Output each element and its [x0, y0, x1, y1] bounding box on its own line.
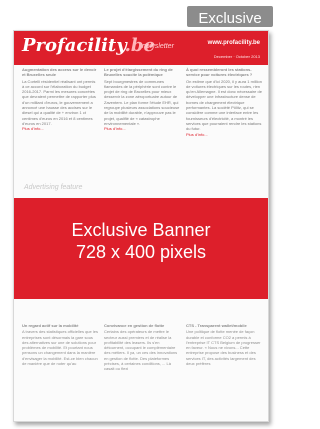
section-title: Advertising feature — [24, 184, 83, 191]
logo-main: Profacility — [22, 35, 125, 56]
logo-suffix: newsletter — [142, 43, 174, 50]
article-column-5: Convivance en gestion de flotte Certains… — [104, 323, 180, 372]
site-url[interactable]: www.profacility.be — [208, 40, 260, 46]
article-title[interactable]: À quoi ressembleront les stations-servic… — [186, 67, 262, 78]
article-body: Certains des opérateurs de mettre le sec… — [104, 329, 178, 372]
banner-title: Exclusive Banner — [71, 220, 211, 240]
article-body: Une politique de flotte menée de façon d… — [186, 329, 261, 367]
article-more-link[interactable]: Plus d'info... — [186, 132, 262, 137]
article-more-link[interactable]: Plus d'info... — [104, 126, 180, 131]
article-column-4: Un regard actif sur la mobilité A traver… — [22, 323, 98, 366]
top-columns: Augmentation des access sur le devoir et… — [14, 67, 268, 177]
bottom-columns: Un regard actif sur la mobilité A traver… — [14, 323, 268, 418]
newsletter-preview: Profacility.be newsletter www.profacilit… — [13, 30, 269, 422]
article-body: On estime que d'ici 2020, il y aura 1 mi… — [186, 78, 262, 132]
article-more-link[interactable]: Plus d'info... — [22, 126, 98, 131]
article-title[interactable]: Le projet d'élargissement du ring de Bru… — [104, 67, 180, 78]
newsletter-logo: Profacility.be — [22, 35, 155, 56]
issue-date: December · October 2013 — [213, 54, 260, 59]
newsletter-header: Profacility.be newsletter www.profacilit… — [14, 31, 268, 65]
article-body: Sept bourgmestres de communes flamandes … — [104, 78, 180, 126]
article-column-6: CTS - Transparent wallet/mobile Une poli… — [186, 323, 262, 366]
article-column-1: Augmentation des access sur le devoir et… — [22, 67, 98, 132]
article-column-2: Le projet d'élargissement du ring de Bru… — [104, 67, 180, 132]
banner-size: 728 x 400 pixels — [75, 242, 207, 262]
article-title[interactable]: CTS - Transparent wallet/mobile — [186, 323, 262, 328]
article-body: La Cortelli résidentiel réalisant ont pe… — [22, 78, 96, 126]
article-title[interactable]: Augmentation des access sur le devoir et… — [22, 67, 98, 78]
exclusive-tag: Exclusive — [187, 6, 273, 27]
exclusive-banner[interactable]: Exclusive Banner 728 x 400 pixels — [14, 198, 268, 299]
article-title[interactable]: Convivance en gestion de flotte — [104, 323, 180, 328]
article-column-3: À quoi ressembleront les stations-servic… — [186, 67, 262, 137]
article-body: A travers des statistiques officielles q… — [22, 329, 98, 367]
article-title[interactable]: Un regard actif sur la mobilité — [22, 323, 98, 328]
